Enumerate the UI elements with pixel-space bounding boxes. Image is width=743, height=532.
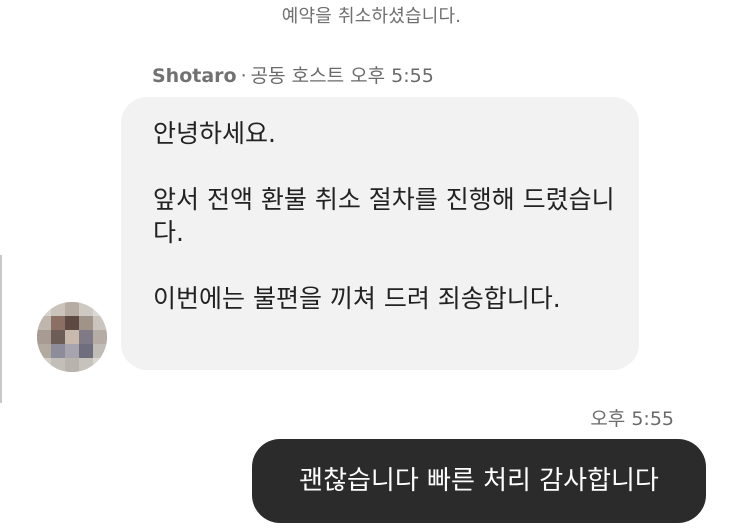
message-paragraph: 안녕하세요. xyxy=(153,119,276,148)
incoming-timestamp: 오후 5:55 xyxy=(350,65,434,87)
outgoing-message-text: 괜찮습니다 빠른 처리 감사합니다 xyxy=(299,466,659,496)
message-paragraph: 이번에는 불편을 끼쳐 드려 죄송합니다. xyxy=(153,284,561,313)
divider-line xyxy=(0,255,2,403)
system-message: 예약을 취소하셨습니다. xyxy=(281,6,462,27)
incoming-message-bubble[interactable]: 안녕하세요. 앞서 전액 환불 취소 절차를 진행해 드렸습니다. 이번에는 불… xyxy=(121,97,639,370)
sender-name[interactable]: Shotaro xyxy=(152,65,237,87)
sender-avatar[interactable] xyxy=(37,302,107,372)
message-paragraph: 앞서 전액 환불 취소 절차를 진행해 드렸습니다. xyxy=(153,185,615,247)
sender-line: Shotaro · 공동 호스트 오후 5:55 xyxy=(152,61,434,88)
outgoing-message-bubble[interactable]: 괜찮습니다 빠른 처리 감사합니다 xyxy=(252,439,706,523)
sender-role: 공동 호스트 xyxy=(250,65,345,87)
outgoing-timestamp: 오후 5:55 xyxy=(590,408,674,430)
sender-separator: · xyxy=(240,65,247,87)
chat-thread: 예약을 취소하셨습니다. Shotaro · 공동 호스트 오후 5:55 안녕하세… xyxy=(0,0,743,532)
